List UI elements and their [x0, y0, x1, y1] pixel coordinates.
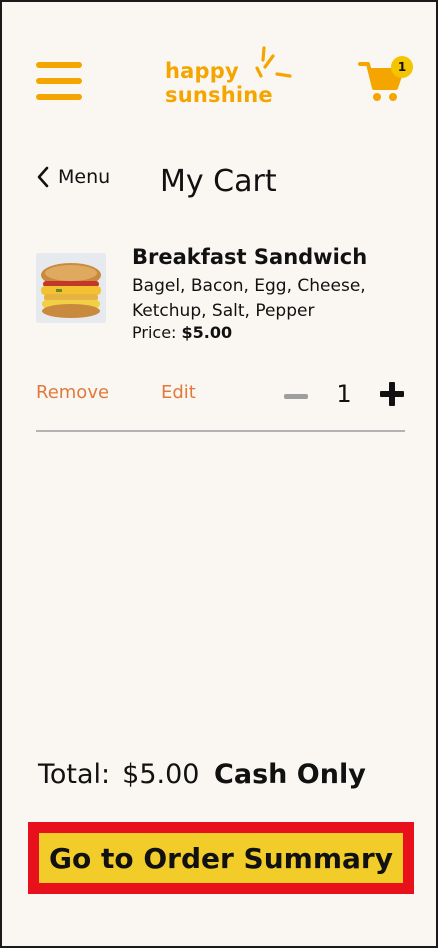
- logo-line1: happy: [165, 59, 239, 83]
- edit-item-link[interactable]: Edit: [161, 382, 196, 403]
- chevron-left-icon: [37, 166, 49, 188]
- go-to-order-summary-button[interactable]: Go to Order Summary: [28, 822, 414, 894]
- hamburger-menu-icon[interactable]: [36, 62, 84, 104]
- item-description: Bagel, Bacon, Egg, Cheese, Ketchup, Salt…: [132, 276, 366, 321]
- total-label: Total:: [38, 759, 111, 790]
- increase-quantity-button[interactable]: [380, 382, 404, 406]
- breakfast-sandwich-image: [36, 253, 106, 323]
- sun-rays-icon: [255, 46, 292, 78]
- app-screen: happy sunshine 1 Menu My Cart Breakfast …: [0, 0, 438, 948]
- order-total: Total: $5.00 Cash Only: [38, 759, 366, 790]
- cart-count-badge: 1: [391, 56, 413, 78]
- decrease-quantity-button[interactable]: [284, 394, 308, 399]
- item-name: Breakfast Sandwich: [132, 245, 368, 269]
- cta-label: Go to Order Summary: [39, 833, 403, 883]
- payment-note: Cash Only: [214, 759, 366, 790]
- back-link-label: Menu: [58, 166, 111, 188]
- total-value: $5.00: [122, 759, 200, 790]
- item-divider: [36, 430, 405, 432]
- happy-sunshine-logo: happy sunshine: [165, 46, 295, 110]
- remove-item-link[interactable]: Remove: [36, 382, 109, 403]
- item-price: Price: $5.00: [132, 323, 232, 342]
- price-value: $5.00: [181, 323, 233, 342]
- back-to-menu-link[interactable]: Menu: [36, 162, 110, 192]
- page-title: My Cart: [160, 164, 277, 199]
- quantity-value: 1: [336, 380, 352, 408]
- price-label: Price:: [132, 323, 177, 342]
